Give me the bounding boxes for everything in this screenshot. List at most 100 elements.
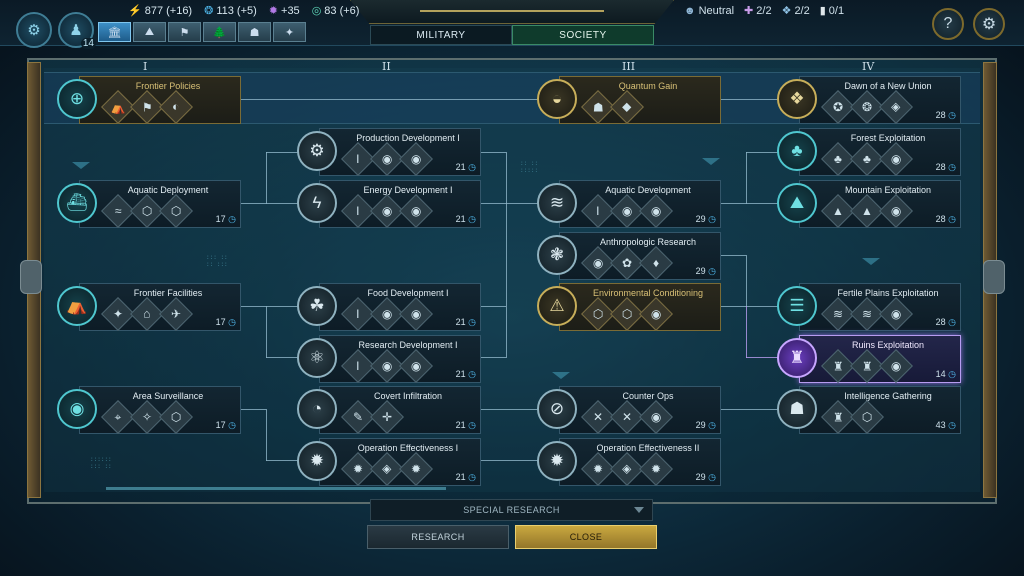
special-research-dropdown[interactable]: SPECIAL RESEARCH [370, 499, 653, 521]
unlock-chip[interactable]: ⬡ [159, 194, 193, 228]
unlock-chip[interactable]: ⬡ [850, 400, 884, 434]
unlock-icon: ≈ [114, 204, 122, 218]
unlock-chip[interactable]: ◉ [879, 349, 913, 383]
research-card[interactable]: Counter Ops ✕ ✕ ◉ 29 ◷ [559, 386, 721, 434]
research-node[interactable]: ⛴ [57, 183, 97, 223]
research-title: Food Development I [367, 288, 449, 298]
unlock-chip[interactable]: ◉ [879, 194, 913, 228]
research-node[interactable]: ☘ [297, 286, 337, 326]
help-button[interactable]: ? [932, 8, 964, 40]
unlock-chip[interactable]: ✹ [639, 452, 673, 486]
research-node-icon: ⛴ [66, 193, 88, 212]
unlock-chip[interactable]: ◉ [639, 194, 673, 228]
filter-chip[interactable]: ☗ [238, 22, 271, 42]
research-node[interactable]: ◒ [537, 79, 577, 119]
research-node[interactable]: ⚙ [297, 131, 337, 171]
filter-chip[interactable]: 🏛 [98, 22, 131, 42]
unlock-chip[interactable]: ◉ [399, 194, 433, 228]
research-card[interactable]: Aquatic Deployment ≈ ⬡ ⬡ 17 ◷ [79, 180, 241, 228]
research-node[interactable]: ⛰ [777, 183, 817, 223]
turns-icon: ◷ [468, 472, 476, 482]
unlock-chip[interactable]: ◉ [399, 349, 433, 383]
filter-chip[interactable]: 🌲 [203, 22, 236, 42]
research-node[interactable]: ⊘ [537, 389, 577, 429]
tab-society[interactable]: SOCIETY [512, 25, 654, 45]
research-node[interactable]: ❖ [777, 79, 817, 119]
unlock-chip[interactable]: ♦ [639, 246, 673, 280]
unlock-chip[interactable]: ✛ [370, 400, 404, 434]
left-scroll-knob[interactable] [20, 260, 42, 294]
tab-military[interactable]: MILITARY [370, 25, 512, 45]
unlock-icon: ⚑ [141, 99, 153, 114]
close-button[interactable]: CLOSE [515, 525, 657, 549]
research-title: Research Development I [358, 340, 458, 350]
connector [266, 306, 267, 358]
research-button[interactable]: RESEARCH [367, 525, 509, 549]
cities-button[interactable]: ♟ 14 [58, 12, 96, 49]
research-card[interactable]: Environmental Conditioning⬡⬡◉ ◷ [559, 283, 721, 331]
research-card[interactable]: Area Surveillance ⌖ ✧ ⬡ 17 ◷ [79, 386, 241, 434]
research-card[interactable]: Forest Exploitation ♣ ♣ ◉ 28 ◷ [799, 128, 961, 176]
research-node[interactable]: ⚠ [537, 286, 577, 326]
filter-chip[interactable]: ⛰ [133, 22, 166, 42]
connector [746, 152, 747, 204]
research-card[interactable]: Mountain Exploitation ▲ ▲ ◉ 28 ◷ [799, 180, 961, 228]
research-card[interactable]: Dawn of a New Union ✪ ❂ ◈ 28 ◷ [799, 76, 961, 124]
unlock-chip[interactable]: ◉ [399, 297, 433, 331]
research-card[interactable]: Research Development I I ◉ ◉ 21 ◷ [319, 335, 481, 383]
research-node[interactable]: ♜ [777, 338, 817, 378]
research-node[interactable]: ⛺ [57, 286, 97, 326]
research-card[interactable]: Frontier Policies⛺⚑◐ ◷ [79, 76, 241, 124]
research-card[interactable]: Energy Development I I ◉ ◉ 21 ◷ [319, 180, 481, 228]
research-node[interactable]: ☰ [777, 286, 817, 326]
unlock-icon: ✹ [592, 462, 604, 476]
research-card[interactable]: Food Development I I ◉ ◉ 21 ◷ [319, 283, 481, 331]
right-scroll-knob[interactable] [983, 260, 1005, 294]
research-card[interactable]: Fertile Plains Exploitation ≋ ≋ ◉ 28 ◷ [799, 283, 961, 331]
research-card[interactable]: Operation Effectiveness II ✹ ◈ ✹ 29 ◷ [559, 438, 721, 486]
unlock-chip[interactable]: ◆ [610, 90, 644, 124]
research-node[interactable]: ♣ [777, 131, 817, 171]
research-node[interactable]: ✹ [297, 441, 337, 481]
empire-button[interactable]: ⚙ [16, 12, 52, 48]
research-card[interactable]: Operation Effectiveness I ✹ ◈ ✹ 21 ◷ [319, 438, 481, 486]
research-cost: 14 ◷ [936, 369, 956, 380]
research-card[interactable]: Anthropologic Research ◉ ✿ ♦ 29 ◷ [559, 232, 721, 280]
unlock-chip[interactable]: ◉ [399, 142, 433, 176]
unlock-icon: ◉ [410, 358, 422, 373]
research-card[interactable]: Quantum Gain☗◆ ◷ [559, 76, 721, 124]
unlock-chip[interactable]: ◉ [879, 297, 913, 331]
unlock-chip[interactable]: ◉ [639, 297, 673, 331]
research-node[interactable]: ϟ [297, 183, 337, 223]
research-card[interactable]: Frontier Facilities ✦ ⌂ ✈ 17 ◷ [79, 283, 241, 331]
research-title: Fertile Plains Exploitation [837, 288, 939, 298]
research-node[interactable]: ☗ [777, 389, 817, 429]
research-title: Aquatic Development [605, 185, 691, 195]
research-node[interactable]: ◉ [57, 389, 97, 429]
research-cost-value: 28 [935, 214, 946, 224]
horizontal-scrollbar[interactable] [106, 487, 446, 490]
research-title: Ruins Exploitation [851, 340, 925, 350]
unlock-chip[interactable]: ◈ [879, 90, 913, 124]
unlock-chip[interactable]: ✹ [399, 452, 433, 486]
research-node[interactable]: ❃ [537, 235, 577, 275]
research-node[interactable]: ✹ [537, 441, 577, 481]
research-card[interactable]: Ruins Exploitation ♜ ♜ ◉ 14 ◷ [799, 335, 961, 383]
settings-button[interactable]: ⚙ [973, 8, 1005, 40]
filter-chip[interactable]: ✦ [273, 22, 306, 42]
research-card[interactable]: Production Development I I ◉ ◉ 21 ◷ [319, 128, 481, 176]
research-node[interactable]: ≋ [537, 183, 577, 223]
research-card[interactable]: Intelligence Gathering ♜ ⬡ 43 ◷ [799, 386, 961, 434]
research-card[interactable]: Covert Infiltration ✎ ✛ 21 ◷ [319, 386, 481, 434]
filter-chip[interactable]: ⚑ [168, 22, 201, 42]
unlock-icon: I [356, 204, 360, 218]
research-node[interactable]: ◔ [297, 389, 337, 429]
research-node[interactable]: ⊕ [57, 79, 97, 119]
unlock-chip[interactable]: ◉ [879, 142, 913, 176]
unlock-chip[interactable]: ◉ [639, 400, 673, 434]
research-card[interactable]: Aquatic Development I ◉ ◉ 29 ◷ [559, 180, 721, 228]
unlock-chip[interactable]: ⬡ [159, 400, 193, 434]
research-node[interactable]: ⚛ [297, 338, 337, 378]
unlock-chip[interactable]: ✈ [159, 297, 193, 331]
unlock-chip[interactable]: ◐ [159, 90, 193, 124]
